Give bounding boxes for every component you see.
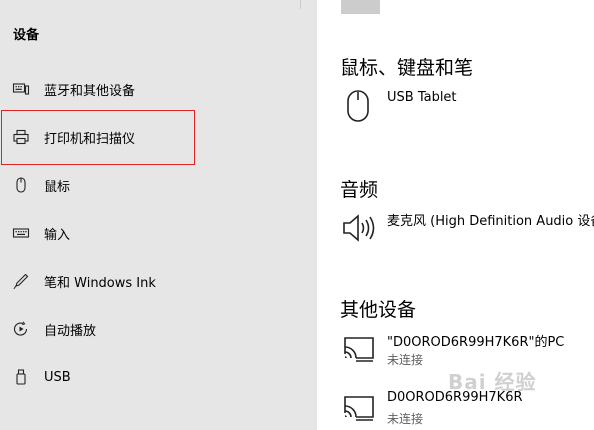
device-status: 未连接 [387, 412, 424, 426]
device-name[interactable]: USB Tablet [387, 90, 457, 105]
wireless-display-icon [342, 334, 376, 366]
highlight-annotation [1, 110, 195, 165]
sidebar-item-label: 鼠标 [44, 179, 71, 195]
watermark-logo: Bai 经验 [448, 370, 537, 394]
autoplay-icon [12, 320, 30, 338]
usb-icon [12, 368, 30, 386]
sidebar-item-label: USB [44, 369, 71, 385]
bluetooth-devices-icon [12, 80, 30, 98]
section-heading-other: 其他设备 [340, 299, 417, 321]
pen-icon [12, 272, 30, 290]
sidebar-item-label: 自动播放 [44, 323, 97, 339]
add-device-button[interactable] [341, 0, 380, 14]
sidebar-item-label: 蓝牙和其他设备 [44, 83, 136, 99]
sidebar-item-usb[interactable]: USB [0, 357, 300, 397]
sidebar-item-mouse[interactable]: 鼠标 [0, 165, 300, 205]
mouse-icon [342, 88, 374, 128]
sidebar-item-label: 输入 [44, 227, 71, 243]
device-name[interactable]: "D0OROD6R99H7K6R"的PC [387, 331, 564, 350]
speaker-icon [342, 210, 378, 250]
mouse-icon [12, 176, 30, 194]
section-heading-audio: 音频 [340, 179, 379, 201]
sidebar-item-autoplay[interactable]: 自动播放 [0, 309, 300, 349]
device-status: 未连接 [387, 353, 424, 367]
device-name[interactable]: 麦克风 (High Definition Audio 设备 [387, 210, 594, 229]
sidebar-section-title: 设备 [13, 28, 40, 43]
sidebar: 设备 蓝牙和其他设备 打印机和扫描仪 鼠标 输入 笔和 Windows Ink [0, 0, 317, 430]
sidebar-item-bluetooth[interactable]: 蓝牙和其他设备 [0, 69, 300, 109]
wireless-display-icon [342, 393, 376, 425]
sidebar-item-label: 笔和 Windows Ink [44, 275, 156, 291]
sidebar-divider [300, 0, 301, 9]
keyboard-icon [12, 224, 30, 242]
sidebar-item-typing[interactable]: 输入 [0, 213, 300, 253]
section-heading-input: 鼠标、键盘和笔 [340, 57, 474, 79]
sidebar-item-pen[interactable]: 笔和 Windows Ink [0, 261, 300, 301]
